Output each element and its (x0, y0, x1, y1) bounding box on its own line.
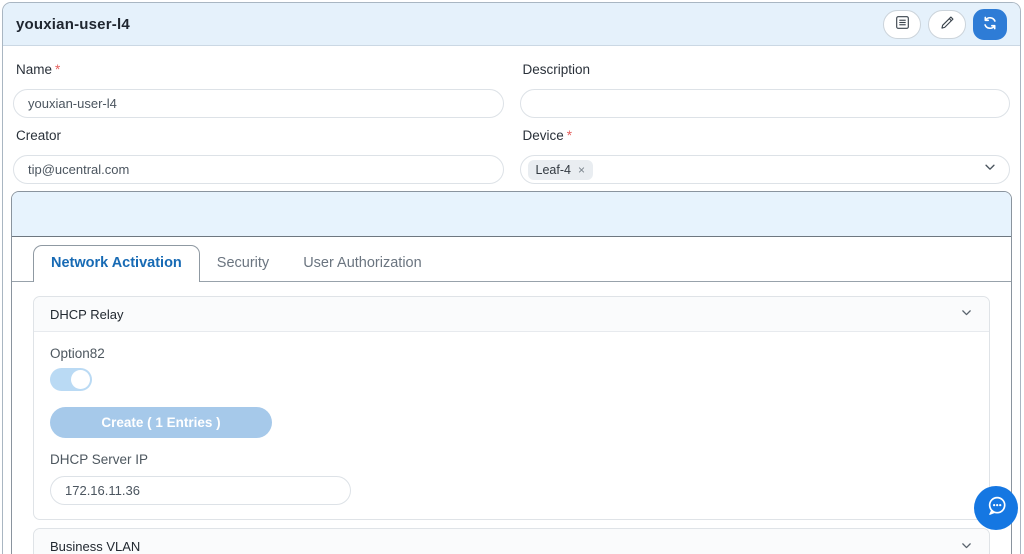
device-label: Device* (523, 127, 1011, 144)
description-field-group: Description (520, 52, 1011, 118)
tab-bar: Network Activation Security User Authori… (12, 237, 1011, 282)
dhcp-server-ip-label: DHCP Server IP (50, 452, 973, 467)
device-tag-label: Leaf-4 (536, 163, 571, 177)
toggle-knob (71, 370, 90, 389)
pencil-icon (940, 15, 955, 33)
device-field-group: Device* Leaf-4 × (520, 118, 1011, 184)
page-title: youxian-user-l4 (16, 16, 130, 33)
business-vlan-header[interactable]: Business VLAN (34, 529, 989, 554)
device-select[interactable]: Leaf-4 × (520, 155, 1011, 184)
name-label: Name* (16, 61, 504, 78)
name-field-group: Name* (13, 52, 504, 118)
refresh-button[interactable] (973, 9, 1007, 40)
device-tag: Leaf-4 × (528, 160, 593, 180)
tab-network-activation[interactable]: Network Activation (33, 245, 200, 282)
required-mark: * (567, 128, 572, 143)
creator-input[interactable] (13, 155, 504, 184)
chat-bubble-icon (983, 493, 1010, 523)
profile-card: youxian-user-l4 (2, 2, 1021, 554)
chat-support-button[interactable] (974, 486, 1018, 530)
tab-security[interactable]: Security (200, 246, 286, 281)
card-header: youxian-user-l4 (3, 3, 1020, 46)
creator-field-group: Creator (13, 118, 504, 184)
option82-toggle[interactable] (50, 368, 92, 391)
tab-content: DHCP Relay Option82 Create ( 1 Entries )… (12, 282, 1011, 554)
profile-form: Name* Description Creator Device* Leaf-4… (3, 46, 1020, 184)
remove-tag-icon[interactable]: × (578, 164, 585, 176)
configuration-panel: Network Activation Security User Authori… (11, 191, 1012, 554)
description-label: Description (523, 61, 1011, 78)
header-actions (883, 9, 1007, 40)
dhcp-relay-body: Option82 Create ( 1 Entries ) DHCP Serve… (34, 332, 989, 519)
refresh-icon (982, 15, 998, 34)
chevron-down-icon (960, 539, 973, 554)
creator-label: Creator (16, 127, 504, 144)
dhcp-relay-title: DHCP Relay (50, 307, 123, 322)
dhcp-relay-header[interactable]: DHCP Relay (34, 297, 989, 332)
create-entries-button[interactable]: Create ( 1 Entries ) (50, 407, 272, 438)
list-icon (895, 15, 910, 33)
option82-label: Option82 (50, 346, 973, 361)
description-input[interactable] (520, 89, 1011, 118)
panel-header-strip (12, 192, 1011, 237)
dhcp-server-ip-input[interactable] (50, 476, 351, 505)
name-input[interactable] (13, 89, 504, 118)
tab-user-authorization[interactable]: User Authorization (286, 246, 438, 281)
edit-button[interactable] (928, 10, 966, 39)
details-button[interactable] (883, 10, 921, 39)
business-vlan-section: Business VLAN (33, 528, 990, 554)
dhcp-relay-section: DHCP Relay Option82 Create ( 1 Entries )… (33, 296, 990, 520)
chevron-down-icon (960, 306, 973, 322)
business-vlan-title: Business VLAN (50, 539, 140, 554)
required-mark: * (55, 62, 60, 77)
chevron-down-icon (983, 160, 997, 179)
